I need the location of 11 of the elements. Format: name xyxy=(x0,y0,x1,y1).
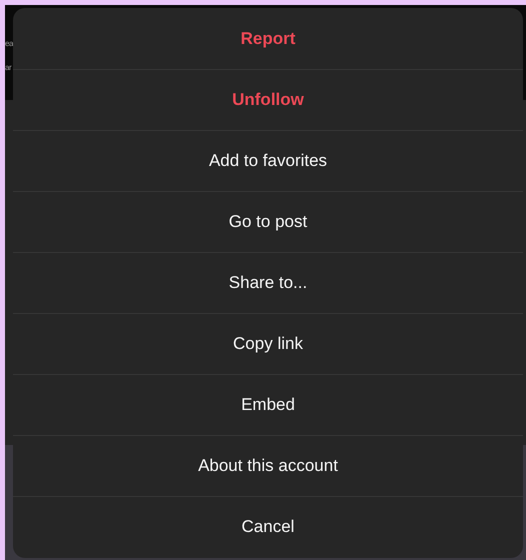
menu-item[interactable]: Embed xyxy=(13,374,523,435)
menu-item[interactable]: Unfollow xyxy=(13,69,523,130)
menu-item[interactable]: Share to... xyxy=(13,252,523,313)
menu-item[interactable]: Cancel xyxy=(13,496,523,557)
menu-item[interactable]: About this account xyxy=(13,435,523,496)
menu-item[interactable]: Report xyxy=(13,8,523,69)
background-text: ar xyxy=(5,63,12,73)
background-text: ea xyxy=(5,39,13,49)
menu-item[interactable]: Go to post xyxy=(13,191,523,252)
menu-item[interactable]: Add to favorites xyxy=(13,130,523,191)
menu-item[interactable]: Copy link xyxy=(13,313,523,374)
